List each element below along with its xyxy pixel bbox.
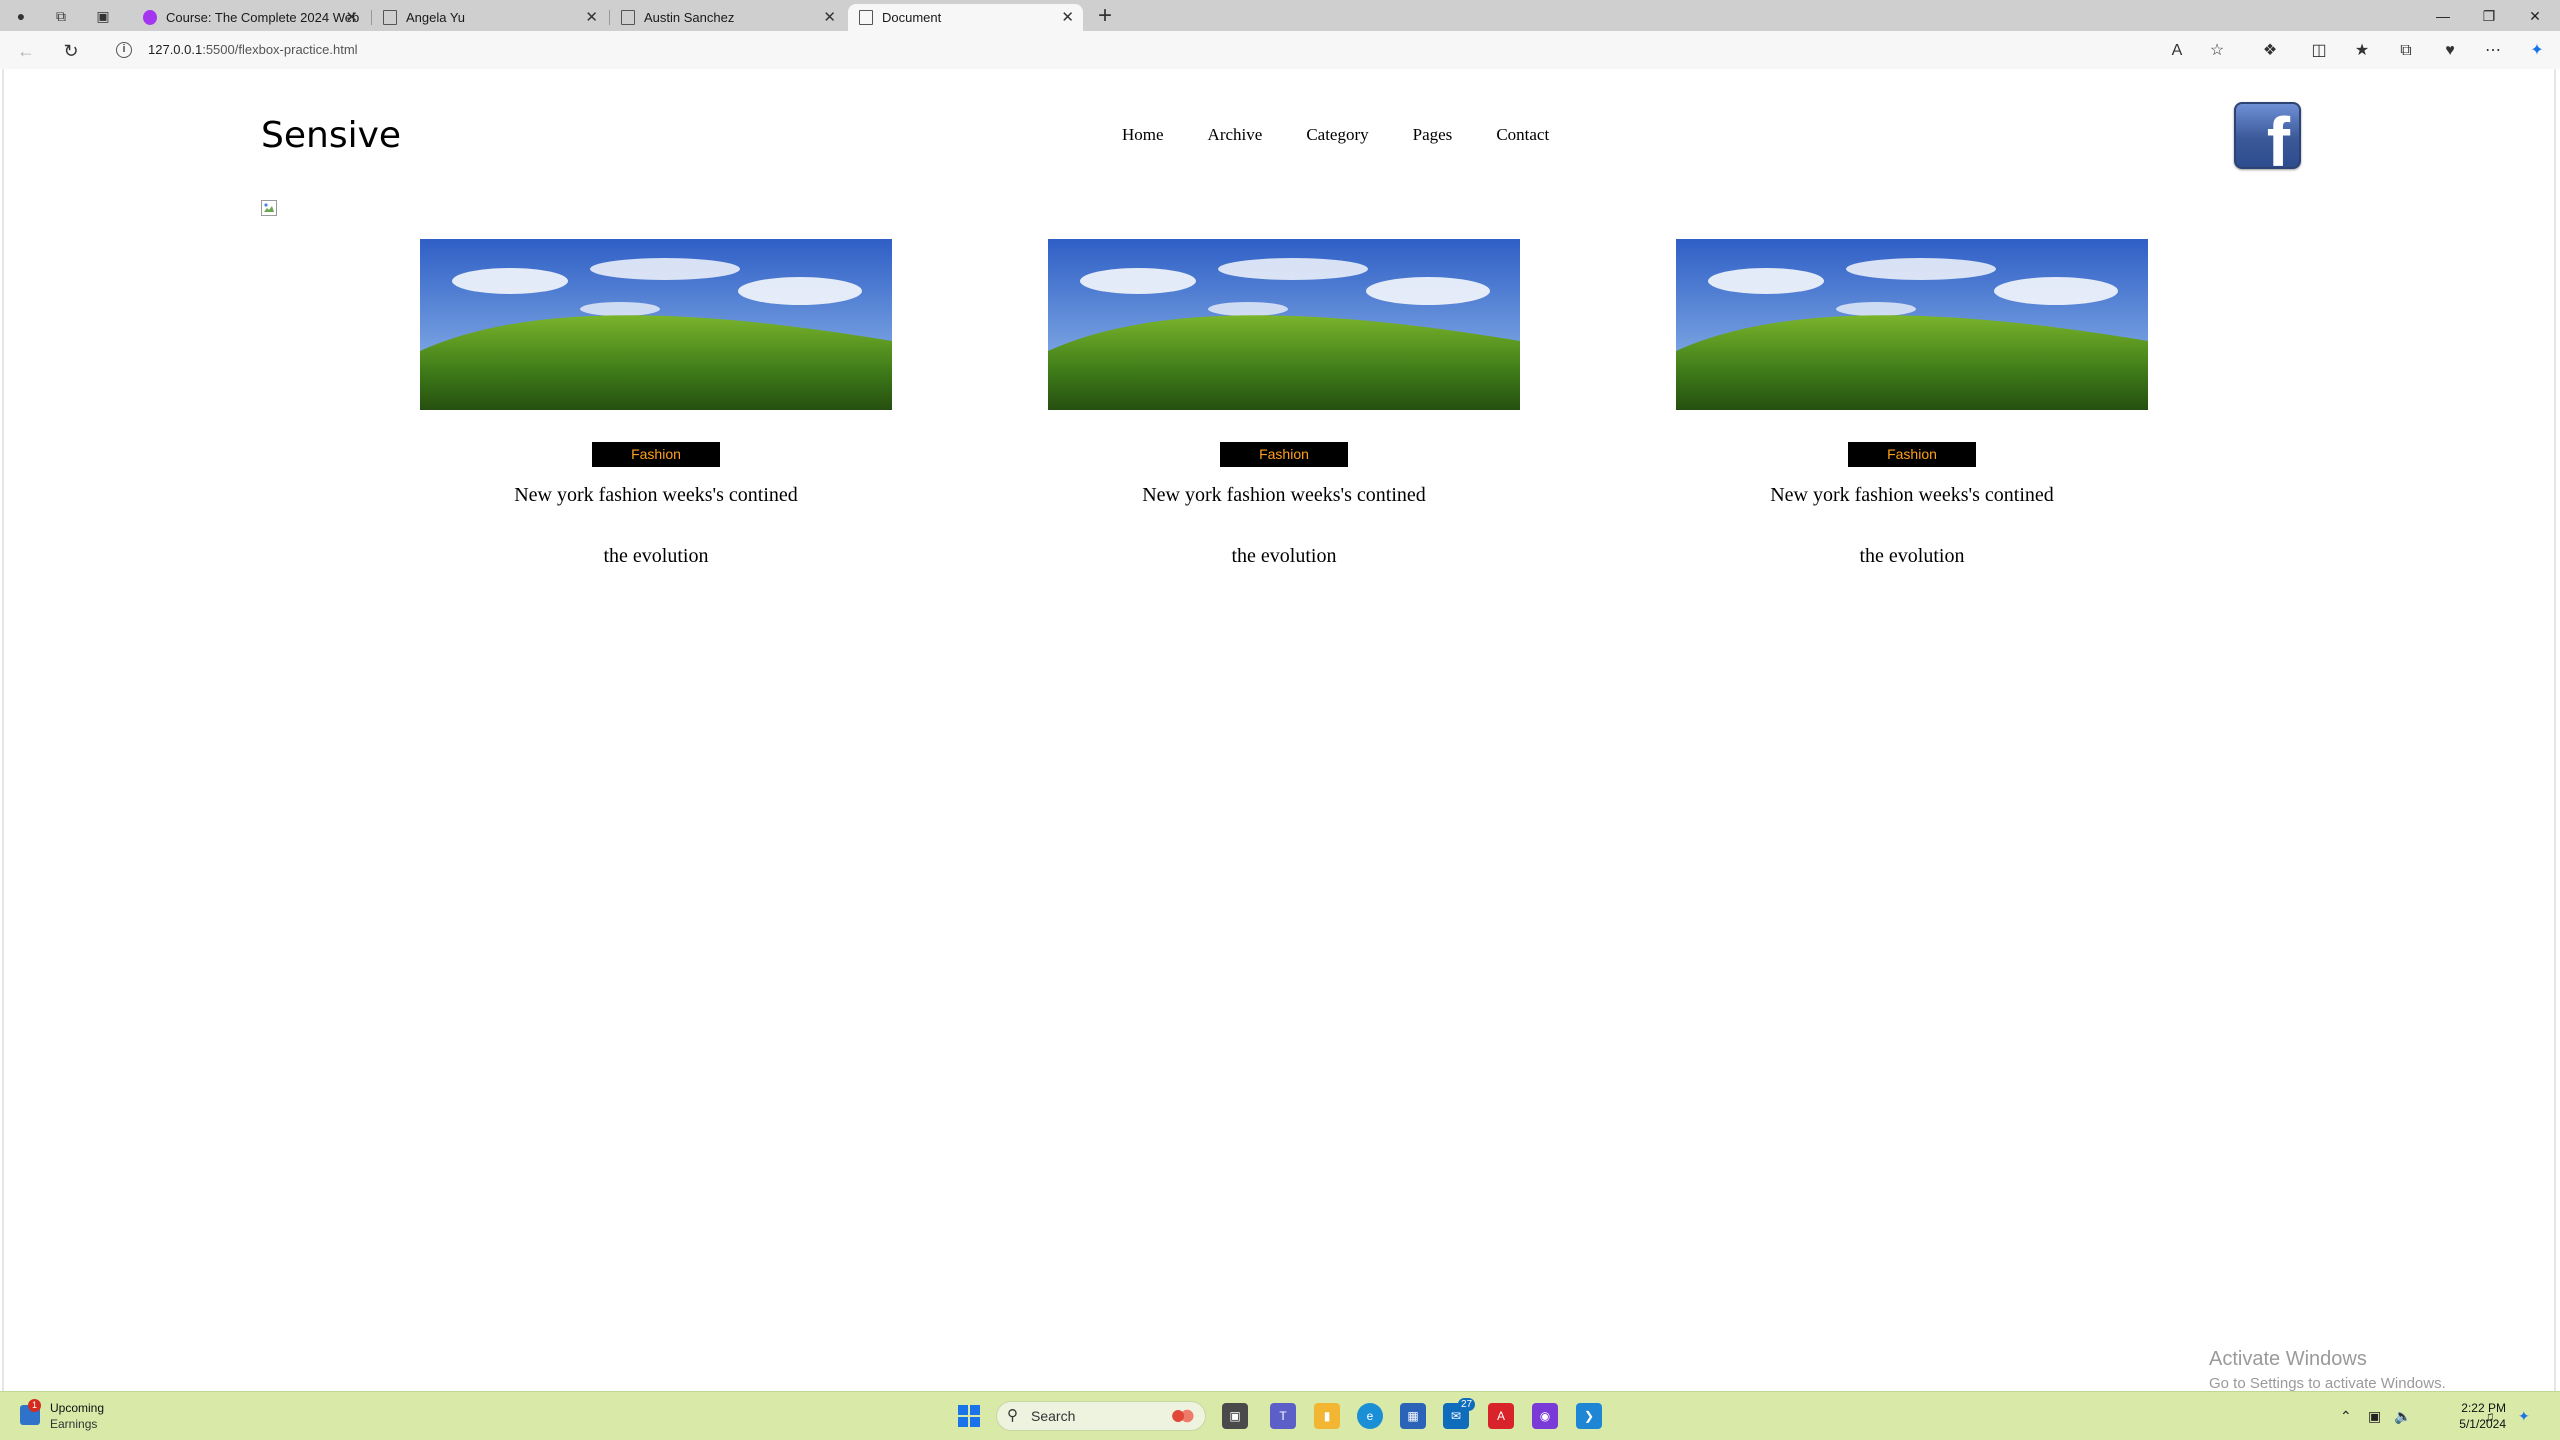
search-highlight-icon xyxy=(1169,1407,1195,1425)
profile-icon[interactable]: ● xyxy=(10,5,32,27)
widget-title: Upcoming xyxy=(50,1401,105,1415)
broken-image-icon xyxy=(261,200,277,216)
acrobat-icon[interactable]: A xyxy=(1488,1403,1514,1429)
post-subtitle: the evolution xyxy=(1859,545,1965,567)
close-icon[interactable]: ✕ xyxy=(1061,4,1074,31)
landscape-thumbnail xyxy=(420,239,892,410)
activate-windows-watermark: Activate Windows Go to Settings to activ… xyxy=(2209,1348,2446,1391)
network-icon[interactable]: ▣ xyxy=(2368,1407,2381,1425)
tab-austin-sanchez[interactable]: Austin Sanchez ✕ xyxy=(610,4,845,31)
site-info-icon[interactable]: i xyxy=(116,42,132,58)
widget-subtitle: Earnings xyxy=(50,1417,98,1431)
url-host: 127.0.0.1 xyxy=(148,42,203,57)
landscape-thumbnail xyxy=(1048,239,1520,410)
page-viewport: Sensive Home Archive Category Pages Cont… xyxy=(2,69,2556,1391)
post-card: Fashion New york fashion weeks's contine… xyxy=(1676,239,2148,569)
split-screen-icon[interactable]: ◫ xyxy=(2307,39,2331,63)
app-icon[interactable]: ◉ xyxy=(1532,1403,1558,1429)
category-badge[interactable]: Fashion xyxy=(1220,442,1348,467)
start-button[interactable] xyxy=(958,1405,980,1427)
extensions-icon[interactable]: ❖ xyxy=(2258,39,2282,63)
tab-title: Course: The Complete 2024 Web xyxy=(166,10,360,25)
mail-badge: 27 xyxy=(1458,1398,1476,1411)
vscode-icon[interactable]: ❯ xyxy=(1576,1403,1602,1429)
post-card: Fashion New york fashion weeks's contine… xyxy=(420,239,892,569)
category-badge[interactable]: Fashion xyxy=(592,442,720,467)
store-icon[interactable]: ▦ xyxy=(1400,1403,1426,1429)
search-label: Search xyxy=(1031,1408,1076,1424)
back-arrow-icon[interactable]: ← xyxy=(14,39,38,63)
workspaces-icon[interactable]: ⧉ xyxy=(50,5,72,27)
category-badge[interactable]: Fashion xyxy=(1848,442,1976,467)
refresh-icon[interactable]: ↻ xyxy=(59,39,83,63)
site-logo[interactable]: Sensive xyxy=(261,115,401,156)
close-icon[interactable]: ✕ xyxy=(345,4,358,31)
tab-document[interactable]: Document ✕ xyxy=(848,4,1083,31)
notification-bell-icon[interactable]: ♫ xyxy=(2484,1407,2495,1425)
notification-badge: 1 xyxy=(28,1399,41,1412)
main-nav: Home Archive Category Pages Contact xyxy=(1122,125,1549,145)
page-icon xyxy=(621,10,635,25)
taskbar: 1 Upcoming Earnings ⚲ Search ▣ T ▮ e ▦ ✉… xyxy=(0,1391,2560,1440)
tab-strip: ● ⧉ ▣ Course: The Complete 2024 Web ✕ An… xyxy=(0,0,2560,31)
close-window-button[interactable]: ✕ xyxy=(2512,4,2558,28)
volume-icon[interactable]: 🔈 xyxy=(2394,1407,2411,1425)
page-icon xyxy=(383,10,397,25)
nav-category[interactable]: Category xyxy=(1306,125,1368,145)
new-tab-button[interactable]: + xyxy=(1098,2,1112,30)
minimize-button[interactable]: — xyxy=(2420,4,2466,28)
collections-icon[interactable]: ⧉ xyxy=(2394,39,2418,63)
post-subtitle: the evolution xyxy=(603,545,709,567)
post-card: Fashion New york fashion weeks's contine… xyxy=(1048,239,1520,569)
teams-icon[interactable]: T xyxy=(1270,1403,1296,1429)
browser-essentials-icon[interactable]: ♥ xyxy=(2438,39,2462,63)
post-title: New york fashion weeks's contined xyxy=(1770,484,2054,506)
post-subtitle: the evolution xyxy=(1231,545,1337,567)
landscape-thumbnail xyxy=(1676,239,2148,410)
nav-pages[interactable]: Pages xyxy=(1413,125,1453,145)
url-path: :5500/flexbox-practice.html xyxy=(202,42,358,57)
facebook-icon[interactable]: f xyxy=(2234,102,2301,169)
read-aloud-icon[interactable]: A xyxy=(2165,39,2189,63)
watermark-subtitle: Go to Settings to activate Windows. xyxy=(2209,1375,2446,1391)
close-icon[interactable]: ✕ xyxy=(585,4,598,31)
post-title: New york fashion weeks's contined xyxy=(514,484,798,506)
nav-home[interactable]: Home xyxy=(1122,125,1164,145)
chevron-up-icon[interactable]: ⌃ xyxy=(2340,1407,2352,1425)
nav-contact[interactable]: Contact xyxy=(1496,125,1549,145)
tab-course[interactable]: Course: The Complete 2024 Web ✕ xyxy=(132,4,367,31)
copilot-icon[interactable]: ✦ xyxy=(2525,39,2549,63)
copilot-taskbar-icon[interactable]: ✦ xyxy=(2518,1407,2530,1425)
edge-icon[interactable]: e xyxy=(1357,1403,1383,1429)
udemy-icon xyxy=(143,10,157,25)
tab-title: Austin Sanchez xyxy=(644,10,735,25)
close-icon[interactable]: ✕ xyxy=(823,4,836,31)
nav-archive[interactable]: Archive xyxy=(1208,125,1263,145)
favorite-star-icon[interactable]: ☆ xyxy=(2205,39,2229,63)
browser-toolbar: ← ↻ i 127.0.0.1:5500/flexbox-practice.ht… xyxy=(0,31,2560,69)
more-menu-icon[interactable]: ⋯ xyxy=(2481,39,2505,63)
card-list: Fashion New york fashion weeks's contine… xyxy=(420,239,2148,569)
watermark-title: Activate Windows xyxy=(2209,1348,2367,1370)
favorites-icon[interactable]: ★ xyxy=(2350,39,2374,63)
restore-button[interactable]: ❐ xyxy=(2466,4,2512,28)
page-icon xyxy=(859,10,873,25)
task-view-icon[interactable]: ▣ xyxy=(1222,1403,1248,1429)
post-title: New york fashion weeks's contined xyxy=(1142,484,1426,506)
tab-title: Document xyxy=(882,10,942,25)
search-icon: ⚲ xyxy=(1007,1407,1018,1424)
taskbar-search[interactable]: ⚲ Search xyxy=(996,1401,1206,1431)
tab-angela-yu[interactable]: Angela Yu ✕ xyxy=(372,4,607,31)
vertical-tabs-icon[interactable]: ▣ xyxy=(92,5,114,27)
tab-title: Angela Yu xyxy=(406,10,466,25)
file-explorer-icon[interactable]: ▮ xyxy=(1314,1403,1340,1429)
address-bar[interactable]: i 127.0.0.1:5500/flexbox-practice.html xyxy=(100,36,2220,64)
